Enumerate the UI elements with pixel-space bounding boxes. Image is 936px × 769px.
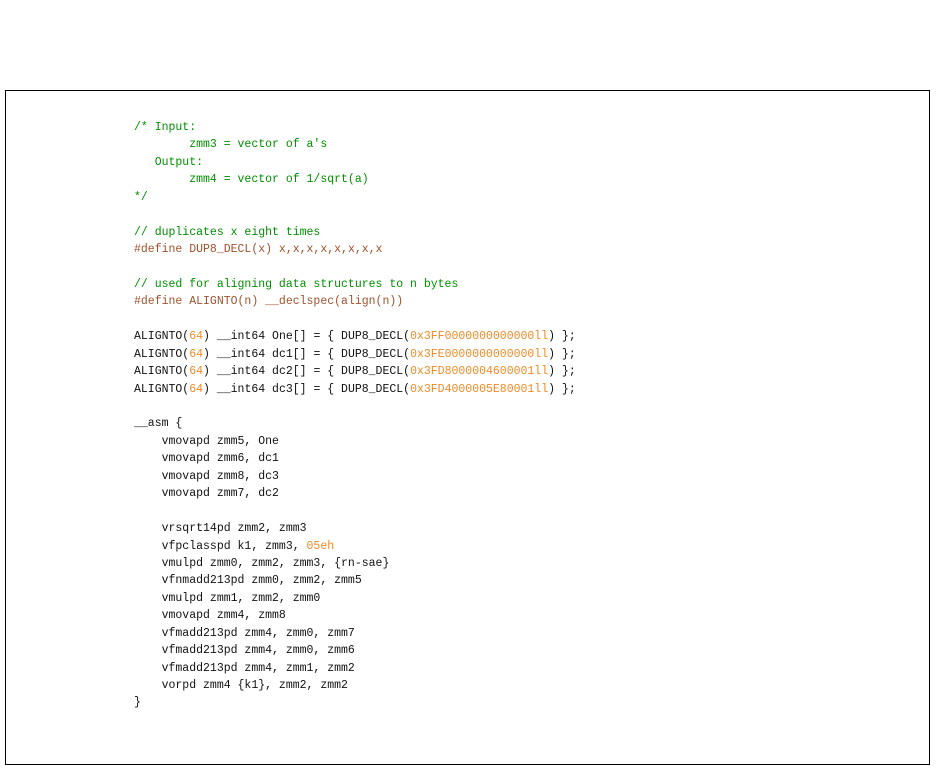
code-token: #define: [134, 295, 183, 309]
code-token: 0x3FF0000000000000ll: [410, 330, 549, 344]
code-line: ALIGNTO(64) __int64 One[] = { DUP8_DECL(…: [134, 328, 576, 345]
code-line: vmulpd zmm0, zmm2, zmm3, {rn-sae}: [134, 555, 576, 572]
code-line: vmovapd zmm5, One: [134, 433, 576, 450]
code-line: vmulpd zmm1, zmm2, zmm0: [134, 590, 576, 607]
code-token: 64: [189, 382, 204, 396]
code-token: // used for aligning data structures to …: [134, 277, 459, 291]
code-line: vfnmadd213pd zmm0, zmm2, zmm5: [134, 572, 576, 589]
code-token: ) __int64 dc3[] = { DUP8_DECL(: [203, 382, 411, 396]
code-token: ALIGNTO(: [134, 365, 190, 379]
code-token: ) };: [548, 330, 576, 344]
code-token: ) };: [548, 347, 576, 361]
code-token: vfnmadd213pd zmm0, zmm2, zmm5: [134, 574, 362, 588]
code-line: vmovapd zmm7, dc2: [134, 485, 576, 502]
code-token: vmulpd zmm0, zmm2, zmm3, {rn-sae}: [134, 556, 390, 570]
code-token: vfmadd213pd zmm4, zmm1, zmm2: [134, 661, 355, 675]
code-token: ) };: [548, 365, 576, 379]
code-token: vfmadd213pd zmm4, zmm0, zmm6: [134, 644, 355, 658]
code-token: zmm3 = vector of a's: [134, 138, 328, 152]
code-line: ALIGNTO(64) __int64 dc2[] = { DUP8_DECL(…: [134, 363, 576, 380]
code-line: /* Input:: [134, 119, 576, 136]
code-line: }: [134, 694, 576, 711]
code-token: 0x3FD4000005E80001ll: [410, 382, 549, 396]
code-token: vrsqrt14pd zmm2, zmm3: [134, 522, 307, 536]
code-line: vmovapd zmm4, zmm8: [134, 607, 576, 624]
code-token: DUP8_DECL(x) x,x,x,x,x,x,x,x: [182, 243, 383, 257]
code-token: vfpclasspd k1, zmm3,: [134, 539, 307, 553]
code-line: __asm {: [134, 415, 576, 432]
code-token: Output:: [134, 155, 204, 169]
code-line: vfmadd213pd zmm4, zmm1, zmm2: [134, 660, 576, 677]
code-token: ) __int64 One[] = { DUP8_DECL(: [203, 330, 411, 344]
code-line: vfmadd213pd zmm4, zmm0, zmm6: [134, 642, 576, 659]
code-line: vmovapd zmm6, dc1: [134, 450, 576, 467]
code-line: vfmadd213pd zmm4, zmm0, zmm7: [134, 625, 576, 642]
code-token: #define: [134, 243, 183, 257]
code-token: ALIGNTO(: [134, 330, 190, 344]
code-token: zmm4 = vector of 1/sqrt(a): [134, 173, 369, 187]
code-line: #define DUP8_DECL(x) x,x,x,x,x,x,x,x: [134, 241, 576, 258]
code-line: vmovapd zmm8, dc3: [134, 468, 576, 485]
code-token: vmulpd zmm1, zmm2, zmm0: [134, 591, 321, 605]
code-line: ALIGNTO(64) __int64 dc3[] = { DUP8_DECL(…: [134, 381, 576, 398]
code-token: 0x3FE0000000000000ll: [410, 347, 549, 361]
code-line: // duplicates x eight times: [134, 224, 576, 241]
code-token: vmovapd zmm6, dc1: [134, 452, 279, 466]
code-line: #define ALIGNTO(n) __declspec(align(n)): [134, 293, 576, 310]
code-token: ) };: [548, 382, 576, 396]
code-line: zmm3 = vector of a's: [134, 136, 576, 153]
code-token: /* Input:: [134, 121, 197, 134]
code-token: */: [134, 190, 148, 204]
code-token: // duplicates x eight times: [134, 225, 321, 239]
code-line: zmm4 = vector of 1/sqrt(a): [134, 171, 576, 188]
code-token: 05eh: [306, 539, 335, 553]
code-token: 64: [189, 365, 204, 379]
code-token: }: [134, 696, 141, 710]
code-line: ALIGNTO(64) __int64 dc1[] = { DUP8_DECL(…: [134, 346, 576, 363]
code-token: vfmadd213pd zmm4, zmm0, zmm7: [134, 626, 355, 640]
code-token: 0x3FD8000004600001ll: [410, 365, 549, 379]
code-token: vorpd zmm4 {k1}, zmm2, zmm2: [134, 679, 348, 692]
code-line: // used for aligning data structures to …: [134, 276, 576, 293]
code-line: vorpd zmm4 {k1}, zmm2, zmm2: [134, 677, 576, 694]
code-token: vmovapd zmm5, One: [134, 434, 279, 448]
code-line: Output:: [134, 154, 576, 171]
code-line: vrsqrt14pd zmm2, zmm3: [134, 520, 576, 537]
code-token: ) __int64 dc1[] = { DUP8_DECL(: [203, 347, 411, 361]
code-token: vmovapd zmm8, dc3: [134, 469, 279, 483]
code-token: ALIGNTO(: [134, 347, 190, 361]
code-token: ALIGNTO(: [134, 382, 190, 396]
code-token: 64: [189, 330, 204, 344]
code-token: vmovapd zmm7, dc2: [134, 487, 279, 501]
code-line: */: [134, 189, 576, 206]
code-token: ) __int64 dc2[] = { DUP8_DECL(: [203, 365, 411, 379]
code-token: 64: [189, 347, 204, 361]
code-listing: /* Input: zmm3 = vector of a's Output: z…: [134, 119, 576, 712]
code-token: __asm {: [134, 417, 183, 431]
code-line: vfpclasspd k1, zmm3, 05eh: [134, 538, 576, 555]
code-token: vmovapd zmm4, zmm8: [134, 609, 286, 623]
code-token: ALIGNTO(n) __declspec(align(n)): [182, 295, 404, 309]
